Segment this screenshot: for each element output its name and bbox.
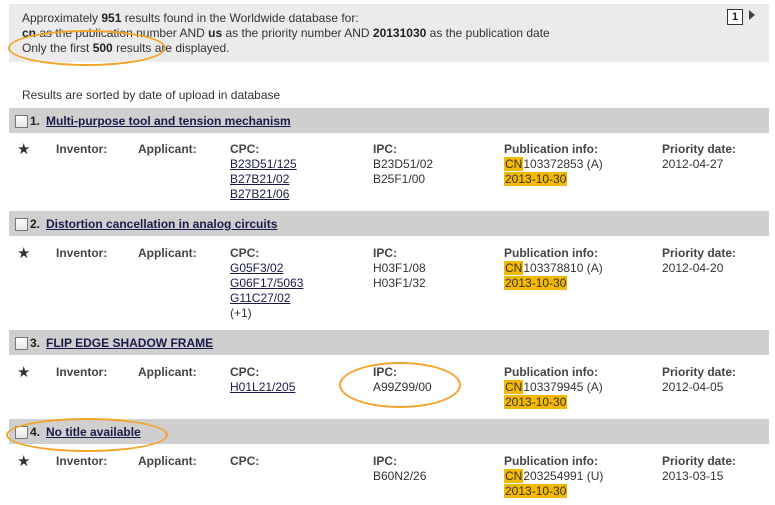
select-checkbox[interactable] [15,218,28,231]
applicant-label: Applicant: [138,246,197,260]
ipc-list: H03F1/08 H03F1/32 [373,261,426,291]
select-checkbox[interactable] [15,426,28,439]
ipc-list: B60N2/26 [373,469,426,484]
result-count: 951 [101,11,122,25]
result-number: 3. [30,336,41,350]
cpc-more: (+1) [230,306,252,320]
inventor-label: Inventor: [56,454,108,468]
publication-date-highlight: 2013-10-30 [504,484,568,498]
priority-date: 2012-04-05 [662,380,724,394]
select-checkbox[interactable] [15,337,28,350]
publication-date-highlight: 2013-10-30 [504,276,568,290]
result-title-link[interactable]: No title available [46,425,141,439]
result-number: 2. [30,217,41,231]
next-page-icon[interactable] [749,10,755,20]
cpc-link[interactable]: G05F3/02 [230,261,303,276]
inventor-label: Inventor: [56,365,108,379]
cpc-list: H01L21/205 [230,380,295,395]
cpc-list: G05F3/02 G06F17/5063 G11C27/02 (+1) [230,261,303,321]
publication-number: 103372853 (A) [523,157,603,171]
result-title-link[interactable]: Multi-purpose tool and tension mechanism [46,114,291,128]
select-checkbox[interactable] [15,115,28,128]
priority-date: 2013-03-15 [662,469,724,483]
applicant-label: Applicant: [138,454,197,468]
publication-number: 203254991 (U) [523,469,604,483]
sort-note: Results are sorted by date of upload in … [22,88,281,102]
ipc-label: IPC: [373,246,397,260]
cpc-link[interactable]: G11C27/02 [230,291,303,306]
summary-line-2: cn as the publication number AND us as t… [22,26,550,40]
result-header: 4. No title available [9,419,769,444]
cpc-link[interactable]: B23D51/125 [230,157,297,172]
priority-date: 2012-04-27 [662,157,724,171]
publication-info-label: Publication info: [504,246,598,260]
cpc-label: CPC: [230,246,260,260]
result-title-link[interactable]: FLIP EDGE SHADOW FRAME [46,336,213,350]
cpc-link[interactable]: B27B21/06 [230,187,297,202]
page-number-button[interactable]: 1 [727,9,743,25]
star-icon[interactable]: ★ [17,140,30,158]
cpc-link[interactable]: G06F17/5063 [230,276,303,291]
publication-number: 103379945 (A) [523,380,603,394]
cpc-list: B23D51/125 B27B21/02 B27B21/06 [230,157,297,202]
ipc-value: B25F1/00 [373,172,426,186]
priority-date-label: Priority date: [662,365,737,379]
result-header: 1. Multi-purpose tool and tension mechan… [9,108,769,133]
country-code-highlight: CN [504,157,524,171]
ipc-label: IPC: [373,142,397,156]
ipc-list: B23D51/02 B25F1/00 [373,157,433,187]
priority-date-label: Priority date: [662,454,737,468]
ipc-list: A99Z99/00 [373,380,432,395]
publication-date-highlight: 2013-10-30 [504,395,568,409]
summary-line-3: Only the first 500 results are displayed… [22,41,230,55]
country-code-highlight: CN [504,380,524,394]
country-code-highlight: CN [504,469,524,483]
publication-info-label: Publication info: [504,142,598,156]
cpc-label: CPC: [230,142,260,156]
publication-info: CN103378810 (A) 2013-10-30 [504,261,603,291]
ipc-label: IPC: [373,454,397,468]
summary-line-1: Approximately 951 results found in the W… [22,11,359,25]
priority-date-label: Priority date: [662,142,737,156]
priority-date: 2012-04-20 [662,261,724,275]
cpc-link[interactable]: B27B21/02 [230,172,297,187]
ipc-label: IPC: [373,365,397,379]
cpc-label: CPC: [230,454,260,468]
applicant-label: Applicant: [138,142,197,156]
cpc-link[interactable]: H01L21/205 [230,380,295,395]
country-code-highlight: CN [504,261,524,275]
publication-info: CN203254991 (U) 2013-10-30 [504,469,603,499]
ipc-value: H03F1/32 [373,276,426,290]
inventor-label: Inventor: [56,142,108,156]
results-summary: Approximately 951 results found in the W… [9,4,769,62]
ipc-value: A99Z99/00 [373,380,432,394]
inventor-label: Inventor: [56,246,108,260]
result-number: 4. [30,425,41,439]
priority-date-label: Priority date: [662,246,737,260]
star-icon[interactable]: ★ [17,363,30,381]
ipc-value: B23D51/02 [373,157,434,171]
publication-info-label: Publication info: [504,365,598,379]
publication-info: CN103379945 (A) 2013-10-30 [504,380,603,410]
publication-info-label: Publication info: [504,454,598,468]
ipc-value: H03F1/08 [373,261,426,275]
result-number: 1. [30,114,41,128]
publication-info: CN103372853 (A) 2013-10-30 [504,157,603,187]
publication-date-highlight: 2013-10-30 [504,172,568,186]
result-header: 2. Distortion cancellation in analog cir… [9,211,769,236]
cpc-label: CPC: [230,365,260,379]
publication-number: 103378810 (A) [523,261,603,275]
star-icon[interactable]: ★ [17,244,30,262]
result-header: 3. FLIP EDGE SHADOW FRAME [9,330,769,355]
star-icon[interactable]: ★ [17,452,30,470]
applicant-label: Applicant: [138,365,197,379]
ipc-value: B60N2/26 [373,469,427,483]
result-title-link[interactable]: Distortion cancellation in analog circui… [46,217,277,231]
